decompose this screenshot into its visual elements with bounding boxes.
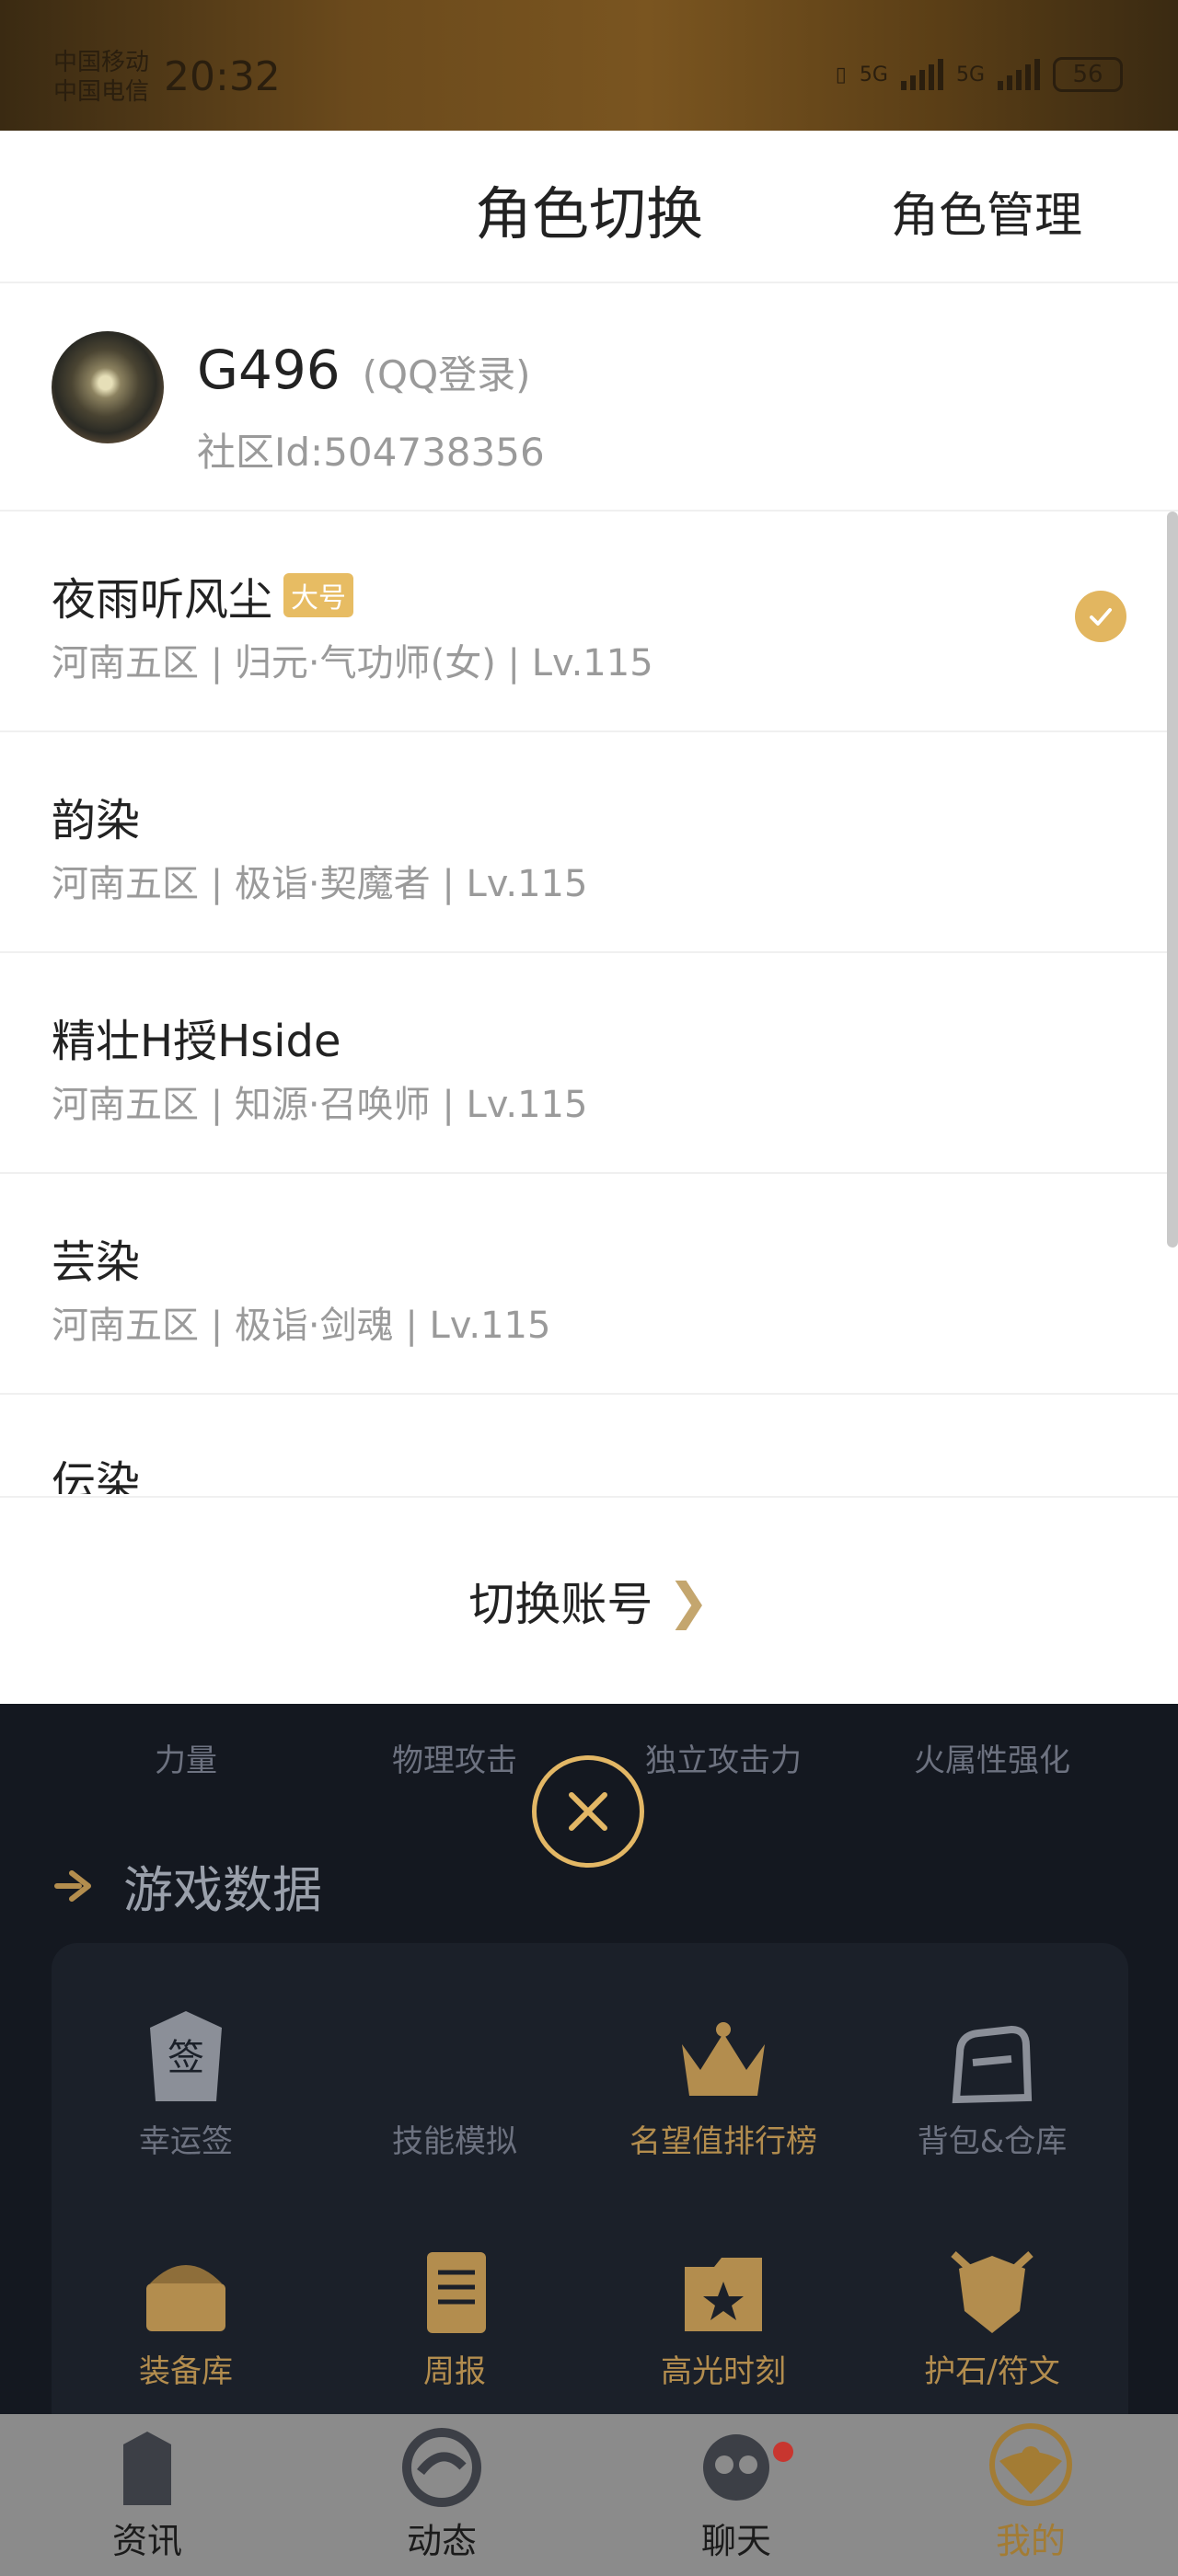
nav-chat[interactable]: 聊天	[589, 2414, 884, 2576]
switch-account-button[interactable]: 切换账号 ❯	[0, 1496, 1178, 1704]
shield-icon	[951, 2251, 1034, 2333]
crown-icon	[682, 2022, 765, 2096]
arrow-icon	[54, 1869, 91, 1902]
role-name: 精壮H授Hside	[52, 1016, 341, 1067]
bag-icon	[952, 2025, 1033, 2104]
lucky-draw-tile[interactable]: 签 幸运签	[52, 2007, 320, 2161]
chevron-right-icon: ❯	[667, 1571, 710, 1630]
folder-star-icon	[685, 2258, 762, 2331]
account-name: G496	[197, 339, 341, 401]
reputation-ranking-tile[interactable]: 名望值排行榜	[589, 2007, 858, 2161]
role-meta: 河南五区 | 极诣·剑魂 | Lv.115	[52, 1305, 551, 1347]
nav-label: 资讯	[111, 2521, 182, 2561]
talisman-rune-tile[interactable]: 护石/符文	[858, 2237, 1126, 2391]
login-method: (QQ登录)	[362, 352, 531, 397]
nav-mine[interactable]: 我的	[884, 2414, 1178, 2576]
treasure-chest-icon	[146, 2265, 225, 2331]
vibrate-icon: ▯	[835, 63, 847, 86]
scrollbar[interactable]	[1167, 512, 1178, 1248]
game-data-panel: 签 幸运签 技能模拟 名望值排行榜 背包&仓库 装备库 周报 高光时刻 护石/符…	[52, 1943, 1128, 2440]
network-type-2: 5G	[955, 63, 985, 86]
role-item[interactable]: 韵染 河南五区 | 极诣·契魔者 | Lv.115	[0, 732, 1178, 953]
role-list[interactable]: 夜雨听风尘 大号 河南五区 | 归元·气功师(女) | Lv.115 韵染 河南…	[0, 512, 1178, 1494]
tile-label: 高光时刻	[661, 2353, 786, 2390]
scroll-icon	[427, 2252, 486, 2333]
community-id: 社区Id:504738356	[197, 430, 545, 475]
role-name: 伝染	[52, 1457, 141, 1494]
stat-label: 火属性强化	[914, 1742, 1070, 1779]
news-icon	[123, 2432, 171, 2505]
network-type-1: 5G	[859, 63, 888, 86]
battery-level: 56	[1072, 61, 1103, 88]
dragon-icon	[402, 2428, 481, 2507]
fortune-stick-icon: 签	[150, 2011, 222, 2101]
bottom-nav: 资讯 动态 聊天 我的	[0, 2414, 1178, 2576]
nav-news[interactable]: 资讯	[0, 2414, 294, 2576]
game-data-header: 游戏数据	[52, 1849, 322, 1922]
role-meta: 河南五区 | 极诣·契魔者 | Lv.115	[52, 863, 588, 905]
role-switch-sheet: 角色切换 角色管理 G496 (QQ登录) 社区Id:504738356 夜雨听风…	[0, 131, 1178, 1704]
tile-label: 周报	[423, 2353, 486, 2390]
avatar	[52, 331, 164, 443]
tile-label: 装备库	[139, 2353, 233, 2390]
account-name-line: G496 (QQ登录)	[197, 339, 531, 401]
tile-label: 名望值排行榜	[629, 2123, 817, 2160]
carrier-2: 中国电信	[53, 78, 150, 106]
signal-icon	[900, 59, 943, 90]
sheet-header: 角色切换 角色管理	[0, 131, 1178, 283]
role-item[interactable]: 夜雨听风尘 大号 河南五区 | 归元·气功师(女) | Lv.115	[0, 512, 1178, 732]
bag-storage-tile[interactable]: 背包&仓库	[858, 2007, 1126, 2161]
selected-check-icon	[1075, 591, 1126, 642]
signal-icon	[998, 59, 1040, 90]
nav-feed[interactable]: 动态	[294, 2414, 589, 2576]
tile-label: 幸运签	[139, 2123, 233, 2160]
tile-label: 护石/符文	[924, 2353, 1060, 2390]
role-manage-button[interactable]: 角色管理	[891, 177, 1082, 246]
role-name: 芸染	[52, 1236, 141, 1288]
weekly-report-tile[interactable]: 周报	[320, 2237, 589, 2391]
unread-dot	[773, 2442, 793, 2462]
close-icon	[569, 1792, 607, 1831]
role-name: 韵染	[52, 795, 141, 846]
account-info: G496 (QQ登录) 社区Id:504738356	[0, 283, 1178, 512]
tile-label: 技能模拟	[392, 2123, 517, 2160]
role-meta: 河南五区 | 归元·气功师(女) | Lv.115	[52, 642, 653, 684]
main-account-badge: 大号	[283, 573, 354, 617]
role-meta: 河南五区 | 知源·召唤师 | Lv.115	[52, 1084, 588, 1126]
role-item[interactable]: 芸染 河南五区 | 极诣·剑魂 | Lv.115	[0, 1174, 1178, 1395]
role-item[interactable]: 精壮H授Hside 河南五区 | 知源·召唤师 | Lv.115	[0, 953, 1178, 1174]
tile-label: 背包&仓库	[917, 2123, 1068, 2160]
svg-text:签: 签	[167, 2037, 204, 2079]
role-item[interactable]: 伝染	[0, 1395, 1178, 1494]
nav-label: 我的	[995, 2521, 1066, 2561]
battery-icon: 56	[1053, 57, 1123, 92]
angel-icon	[989, 2423, 1072, 2506]
carrier-info: 中国移动 中国电信	[53, 48, 149, 107]
switch-account-label: 切换账号	[468, 1578, 653, 1631]
highlight-moments-tile[interactable]: 高光时刻	[589, 2237, 858, 2391]
profile-page-background: 力量 物理攻击 独立攻击力 火属性强化 游戏数据 签 幸运签 技能模拟 名望值排…	[0, 1704, 1178, 2440]
game-data-title: 游戏数据	[123, 1861, 322, 1919]
carrier-1: 中国移动	[53, 49, 150, 76]
nav-label: 动态	[406, 2521, 477, 2561]
clock: 20:32	[164, 53, 281, 100]
close-button[interactable]	[532, 1755, 644, 1868]
role-name-line: 夜雨听风尘 大号	[52, 563, 354, 627]
equipment-library-tile[interactable]: 装备库	[52, 2237, 320, 2391]
role-name: 夜雨听风尘	[52, 574, 273, 626]
status-icons: ▯ 5G 5G 56	[836, 57, 1123, 92]
chat-icon	[703, 2434, 769, 2501]
status-bar: 中国移动 中国电信 20:32 ▯ 5G 5G 56	[0, 0, 1178, 131]
nav-label: 聊天	[700, 2521, 771, 2561]
stat-label: 力量	[155, 1742, 217, 1779]
skill-simulator-tile[interactable]: 技能模拟	[320, 2007, 589, 2161]
